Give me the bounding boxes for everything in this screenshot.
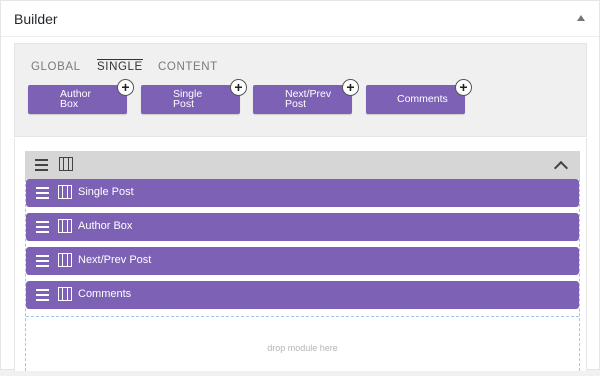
add-module-icon[interactable]: + (342, 79, 359, 96)
module-menu-icon[interactable] (36, 289, 49, 304)
module-single-post-button[interactable]: Single Post + (141, 79, 247, 114)
module-comments-button[interactable]: Comments + (366, 79, 472, 114)
module-menu-icon[interactable] (36, 255, 49, 270)
module-label: Next/Prev Post (253, 89, 352, 110)
module-label-line2: Post (173, 98, 195, 110)
module-drop-zone[interactable]: drop module here (26, 316, 579, 376)
panel-toggle-icon[interactable] (577, 15, 585, 21)
module-menu-icon[interactable] (36, 221, 49, 236)
builder-panel: Builder GLOBAL SINGLE CONTENT Author Box… (0, 0, 600, 371)
module-label-line2: Post (285, 98, 307, 110)
row-toolbar[interactable] (25, 151, 580, 179)
drop-zone-text: drop module here (267, 343, 338, 353)
collapse-chevron-up-icon[interactable] (553, 160, 569, 176)
module-row-label: Single Post (78, 186, 134, 198)
row-body: Single Post Author Box Next/Prev Post Co… (25, 179, 580, 371)
module-menu-icon[interactable] (36, 187, 49, 202)
module-columns-icon[interactable] (58, 219, 72, 233)
module-next-prev-post-button[interactable]: Next/Prev Post + (253, 79, 359, 114)
modules-palette: GLOBAL SINGLE CONTENT Author Box + Singl… (14, 43, 587, 137)
module-row-next-prev-post[interactable]: Next/Prev Post (26, 247, 579, 275)
module-columns-icon[interactable] (58, 287, 72, 301)
panel-header[interactable]: Builder (1, 1, 599, 37)
module-row-single-post[interactable]: Single Post (26, 179, 579, 207)
add-module-icon[interactable]: + (117, 79, 134, 96)
add-module-icon[interactable]: + (455, 79, 472, 96)
module-row-label: Author Box (78, 220, 133, 232)
module-row-label: Next/Prev Post (78, 254, 152, 266)
module-row-label: Comments (78, 288, 132, 300)
module-label: Author Box (28, 89, 127, 110)
tab-global[interactable]: GLOBAL (31, 61, 81, 73)
panel-title: Builder (14, 11, 58, 27)
module-row-author-box[interactable]: Author Box (26, 213, 579, 241)
module-label-line2: Box (60, 98, 79, 110)
tab-content[interactable]: CONTENT (158, 61, 218, 73)
module-columns-icon[interactable] (58, 185, 72, 199)
module-label-line1: Comments (397, 93, 448, 105)
module-row-comments[interactable]: Comments (26, 281, 579, 309)
module-author-box-button[interactable]: Author Box + (28, 79, 134, 114)
builder-canvas: Single Post Author Box Next/Prev Post Co… (14, 138, 587, 371)
module-label: Comments (366, 93, 465, 105)
row-menu-icon[interactable] (35, 159, 48, 174)
add-module-icon[interactable]: + (230, 79, 247, 96)
module-label: Single Post (141, 89, 240, 110)
row-columns-icon[interactable] (59, 157, 73, 171)
tab-single[interactable]: SINGLE (97, 59, 143, 73)
module-columns-icon[interactable] (58, 253, 72, 267)
